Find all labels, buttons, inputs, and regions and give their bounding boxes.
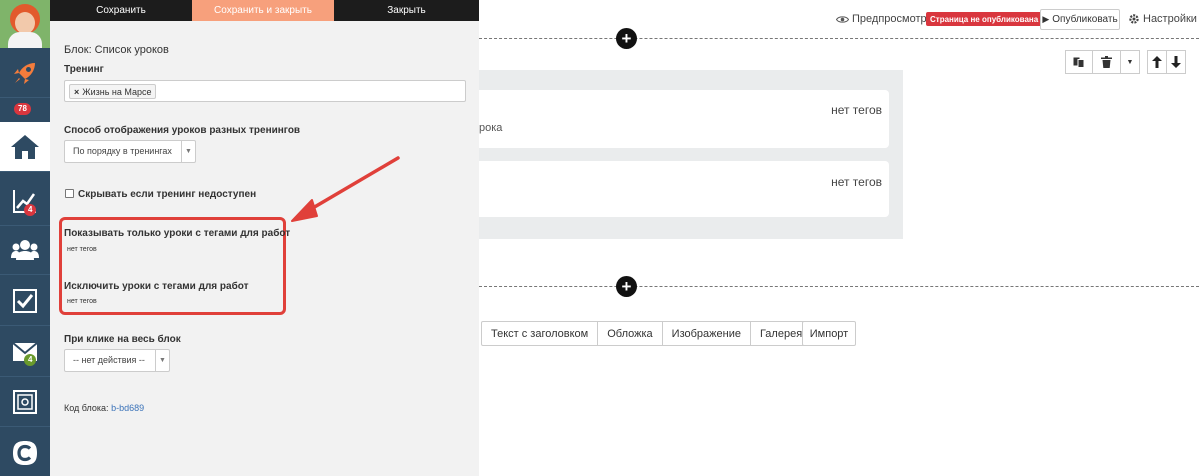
block-title: Блок: Список уроков: [64, 44, 169, 56]
lesson-card-tags: нет тегов: [831, 175, 882, 189]
hide-unavailable-label: Скрывать если тренинг недоступен: [78, 189, 257, 200]
lesson-card-desc: рока: [479, 122, 503, 134]
add-block-top-icon[interactable]: +: [616, 28, 637, 49]
sidebar-item-safe[interactable]: [0, 377, 50, 427]
training-label: Тренинг: [64, 64, 104, 75]
panel-tabs: Сохранить Сохранить и закрыть Закрыть: [50, 0, 479, 21]
import-button[interactable]: Импорт: [802, 321, 856, 346]
home-icon: [11, 134, 39, 159]
add-text-with-header-button[interactable]: Текст с заголовком: [481, 321, 599, 346]
settings-link[interactable]: Настройки: [1128, 9, 1197, 29]
display-mode-select[interactable]: По порядку в тренингах ▼: [64, 140, 196, 163]
sidebar-item-users[interactable]: [0, 225, 50, 275]
exclude-tags-value[interactable]: нет тегов: [67, 298, 97, 305]
sidebar-item-stats[interactable]: 4: [0, 176, 50, 226]
sidebar-item-messages[interactable]: 4: [0, 327, 50, 377]
sidebar-badge-stats: 4: [24, 204, 37, 216]
block-menu-dropdown[interactable]: ▼: [1120, 50, 1140, 74]
rocket-icon: [14, 62, 35, 84]
lesson-card[interactable]: нет тегов рока: [479, 90, 889, 148]
block-divider-bottom: [479, 286, 1199, 287]
add-block-toolbar: Текст с заголовком Обложка Изображение Г…: [481, 321, 813, 346]
checkbox-icon: [13, 288, 37, 313]
publish-button[interactable]: ▶ Опубликовать: [1040, 9, 1120, 30]
left-sidebar: 78 4 4: [0, 0, 50, 476]
eye-icon: [836, 15, 849, 23]
save-and-close-button[interactable]: Сохранить и закрыть: [192, 0, 334, 21]
hide-unavailable-checkbox[interactable]: [65, 189, 74, 198]
click-action-label: При клике на весь блок: [64, 334, 181, 345]
settings-label: Настройки: [1143, 13, 1197, 25]
chevron-down-icon: ▼: [155, 350, 169, 371]
preview-label: Предпросмотр: [852, 13, 927, 25]
safe-icon: [13, 389, 37, 414]
add-block-bottom-icon[interactable]: +: [616, 276, 637, 297]
gear-icon: [1129, 14, 1139, 24]
sidebar-badge-notifications: 78: [14, 103, 31, 115]
display-mode-value: По порядку в тренингах: [73, 146, 172, 156]
sidebar-item-brand[interactable]: [0, 428, 50, 476]
show-only-tags-label: Показывать только уроки с тегами для раб…: [64, 228, 291, 239]
remove-tag-icon[interactable]: ×: [74, 87, 79, 97]
block-settings-panel: Сохранить Сохранить и закрыть Закрыть Бл…: [50, 0, 479, 476]
users-icon: [11, 239, 39, 260]
display-mode-label: Способ отображения уроков разных тренинг…: [64, 125, 301, 136]
move-up-button[interactable]: [1147, 50, 1167, 74]
chevron-down-icon: ▼: [181, 141, 195, 162]
training-tag-label: Жизнь на Марсе: [82, 86, 152, 97]
lesson-card-tags: нет тегов: [831, 103, 882, 117]
click-action-select[interactable]: -- нет действия -- ▼: [64, 349, 170, 372]
block-code-link[interactable]: b-bd689: [111, 403, 144, 413]
block-code-label: Код блока:: [64, 403, 109, 413]
avatar[interactable]: [0, 0, 50, 48]
status-badge: Страница не опубликована: [926, 12, 1043, 26]
caret-down-icon: ▼: [1126, 58, 1134, 66]
block-divider-top: [479, 38, 1199, 39]
save-button[interactable]: Сохранить: [50, 0, 192, 21]
sidebar-item-tasks[interactable]: [0, 276, 50, 326]
exclude-tags-label: Исключить уроки с тегами для работ: [64, 281, 249, 292]
sidebar-item-home[interactable]: [0, 122, 50, 172]
copy-block-button[interactable]: [1065, 50, 1093, 74]
training-tag-input[interactable]: × Жизнь на Марсе: [64, 80, 466, 102]
brand-c-icon: [13, 441, 37, 465]
sidebar-item-rocket[interactable]: [0, 48, 50, 98]
delete-block-button[interactable]: [1092, 50, 1121, 74]
click-action-value: -- нет действия --: [73, 355, 145, 365]
add-cover-button[interactable]: Обложка: [597, 321, 663, 346]
sidebar-badge-messages: 4: [24, 354, 37, 366]
trash-icon: [1101, 56, 1112, 68]
arrow-down-icon: [1171, 56, 1181, 68]
block-code: Код блока: b-bd689: [64, 403, 144, 413]
preview-link[interactable]: Предпросмотр: [836, 9, 927, 29]
arrow-up-icon: [1152, 56, 1162, 68]
publish-label: Опубликовать: [1052, 14, 1118, 25]
copy-icon: [1073, 57, 1085, 68]
training-tag-chip: × Жизнь на Марсе: [69, 84, 157, 99]
add-image-button[interactable]: Изображение: [661, 321, 751, 346]
move-down-button[interactable]: [1166, 50, 1186, 74]
play-icon: ▶: [1042, 14, 1050, 24]
close-button[interactable]: Закрыть: [334, 0, 479, 21]
lesson-card[interactable]: нет тегов: [479, 161, 889, 217]
show-only-tags-value[interactable]: нет тегов: [67, 246, 97, 253]
